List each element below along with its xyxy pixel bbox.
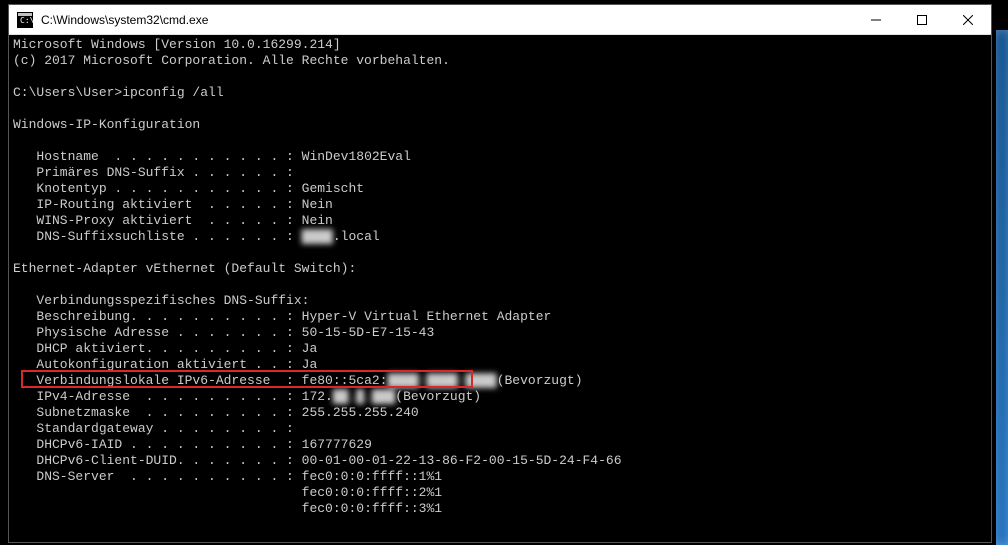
winsproxy-row: WINS-Proxy aktiviert . . . . . : Nein: [13, 213, 987, 229]
adapter-section: Ethernet-Adapter vEthernet (Default Swit…: [13, 261, 987, 277]
titlebar-controls: [853, 5, 991, 34]
cmd-icon: C:\: [17, 12, 33, 28]
titlebar[interactable]: C:\ C:\Windows\system32\cmd.exe: [9, 5, 991, 35]
svg-text:C:\: C:\: [20, 16, 33, 25]
cmd-window: C:\ C:\Windows\system32\cmd.exe Microsof…: [8, 4, 992, 543]
dns-suffix-row: Primäres DNS-Suffix . . . . . . :: [13, 165, 987, 181]
version-line: Microsoft Windows [Version 10.0.16299.21…: [13, 37, 987, 53]
dnsserver-row2: fec0:0:0:ffff::2%1: [13, 485, 987, 501]
gateway-row: Standardgateway . . . . . . . . :: [13, 421, 987, 437]
physical-address-row: Physische Adresse . . . . . . . : 50-15-…: [13, 325, 987, 341]
dnssuffixlist-row: DNS-Suffixsuchliste . . . . . . : ████.l…: [13, 229, 987, 245]
connspec-row: Verbindungsspezifisches DNS-Suffix:: [13, 293, 987, 309]
hostname-row: Hostname . . . . . . . . . . . : WinDev1…: [13, 149, 987, 165]
iaid-row: DHCPv6-IAID . . . . . . . . . . : 167777…: [13, 437, 987, 453]
nodetype-row: Knotentyp . . . . . . . . . . . : Gemisc…: [13, 181, 987, 197]
iprouting-row: IP-Routing aktiviert . . . . . : Nein: [13, 197, 987, 213]
prompt-line: C:\Users\User>ipconfig /all: [13, 85, 987, 101]
dnsserver-row3: fec0:0:0:ffff::3%1: [13, 501, 987, 517]
autoconf-row: Autokonfiguration aktiviert . . : Ja: [13, 357, 987, 373]
description-row: Beschreibung. . . . . . . . . . : Hyper-…: [13, 309, 987, 325]
ipv4-row: IPv4-Adresse . . . . . . . . . : 172.██.…: [13, 389, 987, 405]
close-button[interactable]: [945, 5, 991, 34]
ipv6-row: Verbindungslokale IPv6-Adresse : fe80::5…: [13, 373, 987, 389]
copyright-line: (c) 2017 Microsoft Corporation. Alle Rec…: [13, 53, 987, 69]
console-output[interactable]: Microsoft Windows [Version 10.0.16299.21…: [9, 35, 991, 542]
ipconfig-section: Windows-IP-Konfiguration: [13, 117, 987, 133]
maximize-button[interactable]: [899, 5, 945, 34]
duid-row: DHCPv6-Client-DUID. . . . . . . : 00-01-…: [13, 453, 987, 469]
desktop-background: [996, 30, 1008, 545]
window-title: C:\Windows\system32\cmd.exe: [41, 13, 853, 27]
subnet-row: Subnetzmaske . . . . . . . . . : 255.255…: [13, 405, 987, 421]
minimize-button[interactable]: [853, 5, 899, 34]
dnsserver-row1: DNS-Server . . . . . . . . . . : fec0:0:…: [13, 469, 987, 485]
dhcp-row: DHCP aktiviert. . . . . . . . . : Ja: [13, 341, 987, 357]
